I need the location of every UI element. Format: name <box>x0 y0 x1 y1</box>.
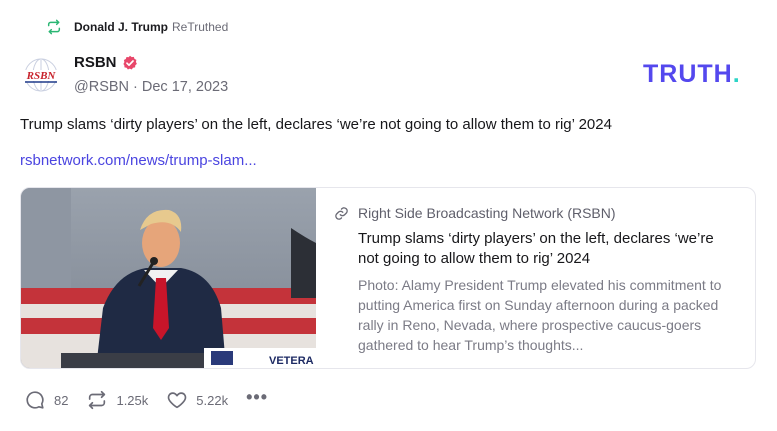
truth-logo: TRUTH. <box>643 60 741 89</box>
retruth-user[interactable]: Donald J. Trump <box>74 20 168 34</box>
card-body: Right Side Broadcasting Network (RSBN) T… <box>316 188 755 368</box>
post-link[interactable]: rsbnetwork.com/news/trump-slam... <box>20 152 257 169</box>
verified-badge-icon <box>122 55 137 69</box>
post-actions: 82 1.25k 5.22k ••• <box>24 387 268 411</box>
avatar[interactable]: RSBN <box>20 56 62 94</box>
card-image-sign-text: VETERA <box>269 355 314 367</box>
card-description: Photo: Alamy President Trump elevated hi… <box>358 277 722 353</box>
brand-dot: . <box>732 60 741 88</box>
retruth-action-icon <box>89 390 106 410</box>
retruth-button[interactable]: 1.25k <box>86 389 148 411</box>
card-image: VETERA <box>21 188 316 368</box>
retruth-label: ReTruthed <box>172 20 229 34</box>
retruth-banner: Donald J. Trump ReTruthed <box>46 19 228 35</box>
brand-text: TRUTH <box>643 60 733 88</box>
reply-icon <box>26 391 44 409</box>
heart-icon <box>168 392 187 409</box>
like-count: 5.22k <box>196 392 229 408</box>
author-block: RSBN @RSBN · Dec 17, 2023 <box>74 54 228 95</box>
avatar-text: RSBN <box>26 70 57 82</box>
link-preview-card[interactable]: VETERA Right Side Broadcasting Network (… <box>20 187 756 369</box>
more-options-icon[interactable]: ••• <box>246 387 268 408</box>
author-name[interactable]: RSBN <box>74 54 117 71</box>
retruth-icon <box>47 19 61 35</box>
card-title[interactable]: Trump slams ‘dirty players’ on the left,… <box>358 229 735 269</box>
card-site: Right Side Broadcasting Network (RSBN) <box>334 205 735 221</box>
post-text: Trump slams ‘dirty players’ on the left,… <box>20 116 612 133</box>
like-button[interactable]: 5.22k <box>166 389 228 411</box>
retruth-count: 1.25k <box>116 392 149 408</box>
reply-button[interactable]: 82 <box>24 389 68 411</box>
author-handle-date: @RSBN · Dec 17, 2023 <box>74 79 229 95</box>
link-icon <box>335 206 348 220</box>
card-site-name: Right Side Broadcasting Network (RSBN) <box>358 205 616 221</box>
reply-count: 82 <box>54 392 69 408</box>
